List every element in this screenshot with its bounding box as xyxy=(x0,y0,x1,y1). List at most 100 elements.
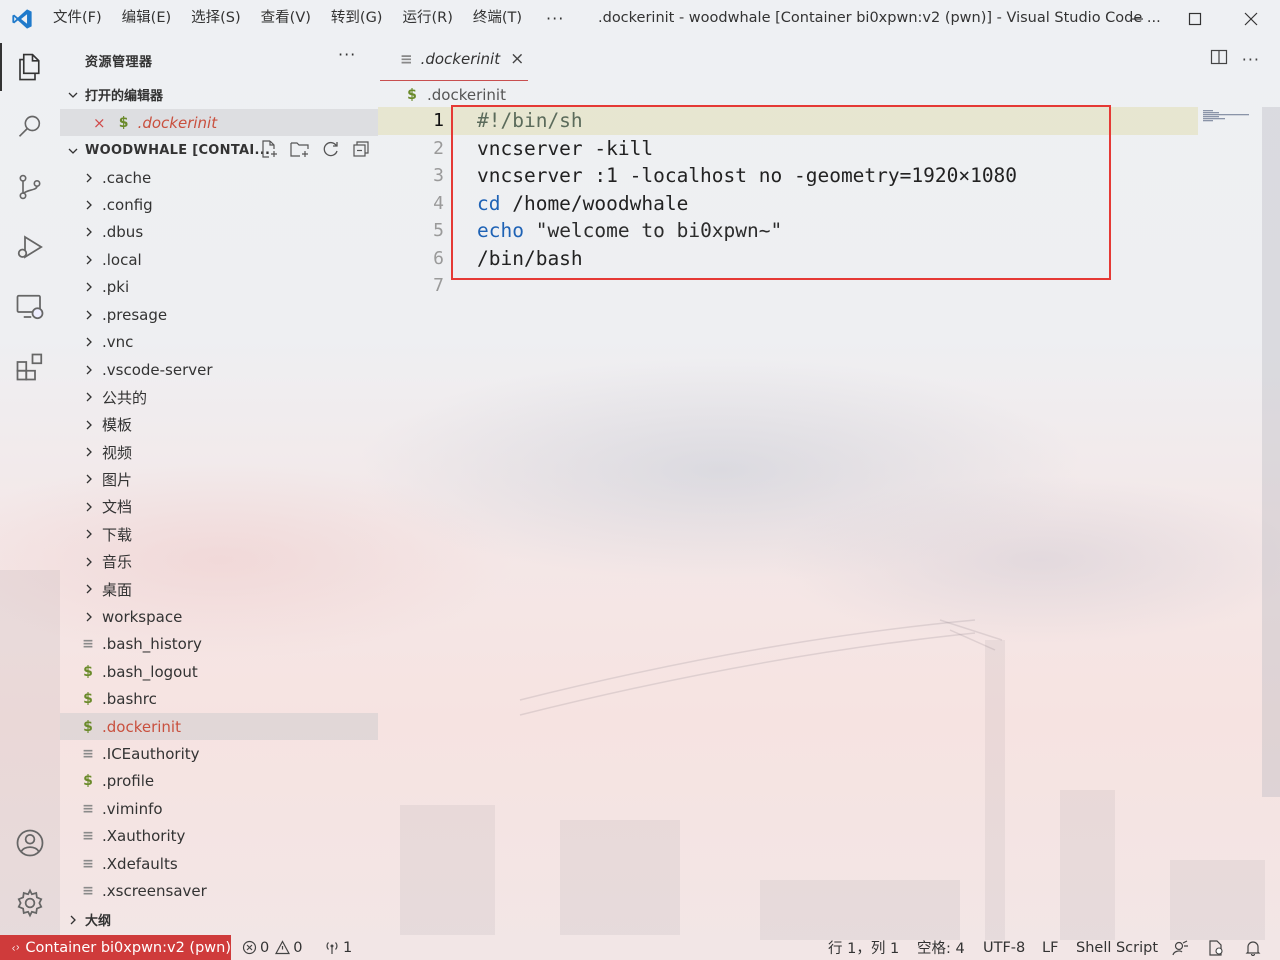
folder-item[interactable]: workspace xyxy=(60,603,378,630)
open-editors-header[interactable]: 打开的编辑器 xyxy=(60,81,378,108)
folder-item[interactable]: 视频 xyxy=(60,439,378,466)
title-bar: 文件(F) 编辑(E) 选择(S) 查看(V) 转到(G) 运行(R) 终端(T… xyxy=(0,0,1280,37)
chevron-right-icon xyxy=(81,362,97,378)
file-item[interactable]: $ .dockerinit xyxy=(60,713,378,740)
menu-bar: 文件(F) 编辑(E) 选择(S) 查看(V) 转到(G) 运行(R) 终端(T… xyxy=(44,0,578,37)
collapse-all-icon[interactable] xyxy=(352,140,370,162)
close-window-button[interactable] xyxy=(1222,0,1280,37)
breadcrumb[interactable]: $ .dockerinit xyxy=(404,85,506,105)
chevron-right-icon xyxy=(81,526,97,542)
file-item[interactable]: $ .bash_logout xyxy=(60,658,378,685)
settings-gear-icon[interactable] xyxy=(0,875,60,931)
highlight-annotation-box xyxy=(451,105,1111,280)
menu-selection[interactable]: 选择(S) xyxy=(181,0,251,37)
file-item[interactable]: $ .bashrc xyxy=(60,686,378,713)
outline-label: 大纲 xyxy=(85,914,112,929)
folder-item[interactable]: .presage xyxy=(60,301,378,328)
run-debug-icon[interactable] xyxy=(0,219,60,275)
explorer-more-button[interactable]: ··· xyxy=(338,45,356,64)
menu-edit[interactable]: 编辑(E) xyxy=(112,0,181,37)
file-item[interactable]: ≡ .viminfo xyxy=(60,795,378,822)
split-editor-icon[interactable] xyxy=(1210,48,1228,70)
source-control-icon[interactable] xyxy=(0,159,60,215)
tab-dockerinit[interactable]: ≡ .dockerinit × xyxy=(380,37,528,81)
problems-indicator[interactable]: 0 0 xyxy=(242,935,302,960)
file-name: .dockerinit xyxy=(102,717,181,736)
menu-terminal[interactable]: 终端(T) xyxy=(463,0,532,37)
end-of-line[interactable]: LF xyxy=(1042,935,1058,960)
menu-go[interactable]: 转到(G) xyxy=(321,0,393,37)
file-item[interactable]: $ .profile xyxy=(60,768,378,795)
open-editor-item[interactable]: × $ .dockerinit xyxy=(60,109,378,136)
encoding[interactable]: UTF-8 xyxy=(983,935,1025,960)
open-editor-name: .dockerinit xyxy=(137,113,218,132)
file-item[interactable]: ≡ .ICEauthority xyxy=(60,740,378,767)
folder-item[interactable]: .dbus xyxy=(60,219,378,246)
menu-run[interactable]: 运行(R) xyxy=(392,0,462,37)
folder-item[interactable]: 公共的 xyxy=(60,384,378,411)
text-file-icon: ≡ xyxy=(82,883,94,900)
shell-file-icon: $ xyxy=(83,773,93,790)
folder-item[interactable]: .vnc xyxy=(60,329,378,356)
folder-item[interactable]: 音乐 xyxy=(60,548,378,575)
menu-file[interactable]: 文件(F) xyxy=(44,0,112,37)
folder-name: 图片 xyxy=(102,470,133,489)
line-number: 5 xyxy=(433,220,444,242)
folder-item[interactable]: .pki xyxy=(60,274,378,301)
chevron-right-icon xyxy=(81,307,97,323)
chevron-right-icon xyxy=(81,170,97,186)
folder-item[interactable]: 文档 xyxy=(60,493,378,520)
chevron-right-icon xyxy=(81,417,97,433)
chevron-right-icon xyxy=(81,499,97,515)
ports-count: 1 xyxy=(343,939,353,956)
indentation[interactable]: 空格: 4 xyxy=(917,935,965,960)
file-item[interactable]: ≡ .xscreensaver xyxy=(60,878,378,905)
folder-name: .config xyxy=(102,195,153,214)
folder-item[interactable]: .local xyxy=(60,246,378,273)
tab-close-icon[interactable]: × xyxy=(510,49,524,69)
broadcast-icon xyxy=(326,942,338,954)
minimize-button[interactable] xyxy=(1108,0,1166,37)
extensions-icon[interactable] xyxy=(0,339,60,395)
workspace-header[interactable]: WOODWHALE [CONTAI... xyxy=(60,137,378,164)
editor-more-icon[interactable]: ··· xyxy=(1242,50,1260,69)
folder-item[interactable]: .config xyxy=(60,191,378,218)
shell-file-icon: $ xyxy=(83,691,93,708)
folder-name: .presage xyxy=(102,305,168,324)
maximize-button[interactable] xyxy=(1166,0,1224,37)
new-file-icon[interactable] xyxy=(260,139,278,162)
search-icon[interactable] xyxy=(0,99,60,155)
new-folder-icon[interactable] xyxy=(290,140,310,162)
refresh-icon[interactable] xyxy=(322,140,340,162)
breadcrumb-file: .dockerinit xyxy=(427,86,506,104)
remote-icon xyxy=(12,944,20,951)
language-mode[interactable]: Shell Script xyxy=(1076,935,1158,960)
chevron-down-icon xyxy=(65,87,81,103)
folder-name: .cache xyxy=(102,168,152,187)
close-icon[interactable]: × xyxy=(93,114,106,132)
menu-more-button[interactable]: ··· xyxy=(532,0,578,37)
files-icon[interactable] xyxy=(0,39,60,95)
menu-view[interactable]: 查看(V) xyxy=(251,0,321,37)
folder-item[interactable]: 下载 xyxy=(60,521,378,548)
file-item[interactable]: ≡ .bash_history xyxy=(60,631,378,658)
folder-item[interactable]: 桌面 xyxy=(60,576,378,603)
sync-file-icon[interactable] xyxy=(1207,935,1225,960)
remote-indicator[interactable]: Container bi0xpwn:v2 (pwn) xyxy=(0,935,231,960)
folder-item[interactable]: 图片 xyxy=(60,466,378,493)
file-item[interactable]: ≡ .Xauthority xyxy=(60,823,378,850)
text-file-icon: ≡ xyxy=(82,800,94,817)
folder-item[interactable]: .cache xyxy=(60,164,378,191)
feedback-icon[interactable] xyxy=(1171,935,1189,960)
minimap[interactable] xyxy=(1203,110,1255,122)
remote-explorer-icon[interactable] xyxy=(0,279,60,335)
folder-item[interactable]: .vscode-server xyxy=(60,356,378,383)
outline-header[interactable]: 大纲 xyxy=(60,906,378,933)
editor-scrollbar[interactable] xyxy=(1262,107,1280,797)
notifications-bell-icon[interactable] xyxy=(1245,935,1261,960)
ports-indicator[interactable]: 1 xyxy=(324,935,352,960)
account-icon[interactable] xyxy=(0,815,60,871)
folder-item[interactable]: 模板 xyxy=(60,411,378,438)
cursor-position[interactable]: 行 1，列 1 xyxy=(828,935,899,960)
file-item[interactable]: ≡ .Xdefaults xyxy=(60,850,378,877)
